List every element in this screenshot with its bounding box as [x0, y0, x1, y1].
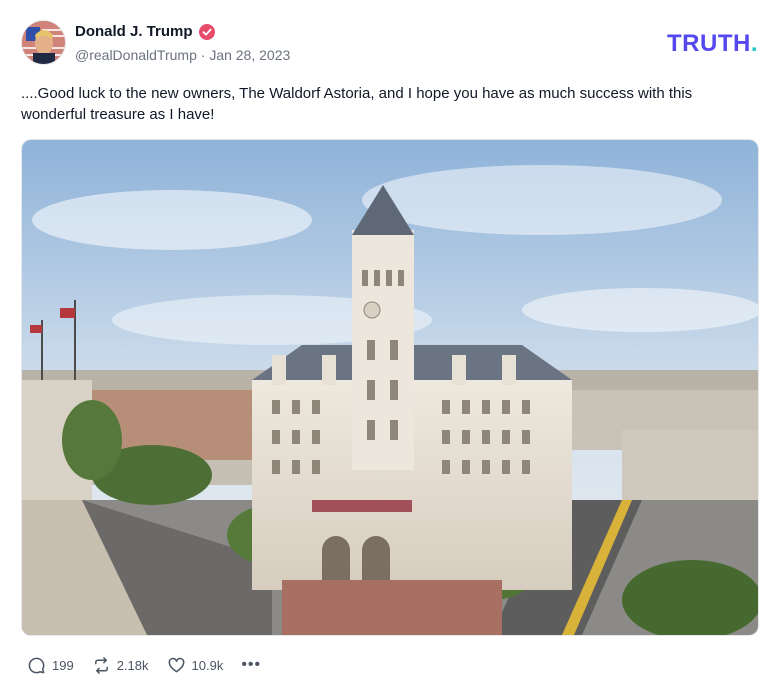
photo-of-old-post-office-building-icon [22, 140, 758, 635]
post-media-image[interactable] [21, 139, 759, 636]
author-name-row: Donald J. Trump [75, 23, 215, 40]
author-display-name[interactable]: Donald J. Trump [75, 23, 193, 40]
logo-dot: . [750, 30, 758, 57]
truth-social-logo[interactable]: TRUTH. [667, 30, 758, 58]
post-date[interactable]: Jan 28, 2023 [209, 47, 290, 63]
like-button[interactable]: 10.9k [167, 656, 224, 675]
retruth-icon [94, 656, 108, 674]
retruth-button[interactable]: 2.18k [92, 656, 149, 675]
post-actions: 199 2.18k 10.9k ••• [27, 654, 261, 676]
author-handle[interactable]: @realDonaldTrump [75, 47, 197, 63]
post-text: ....Good luck to the new owners, The Wal… [21, 85, 693, 123]
verified-badge-icon [198, 23, 215, 40]
more-options-icon[interactable]: ••• [241, 656, 261, 674]
comment-icon [28, 657, 45, 673]
logo-text: TRUTH [667, 30, 751, 57]
author-meta: @realDonaldTrump · Jan 28, 2023 [75, 47, 290, 63]
like-count: 10.9k [191, 657, 224, 673]
reply-count: 199 [52, 657, 74, 673]
avatar[interactable] [21, 20, 66, 65]
retruth-count: 2.18k [116, 657, 149, 673]
heart-icon [168, 657, 184, 672]
reply-button[interactable]: 199 [27, 656, 74, 675]
meta-separator: · [200, 47, 206, 63]
post-header: Donald J. Trump @realDonaldTrump · Jan 2… [21, 20, 758, 66]
avatar-image [22, 21, 65, 64]
